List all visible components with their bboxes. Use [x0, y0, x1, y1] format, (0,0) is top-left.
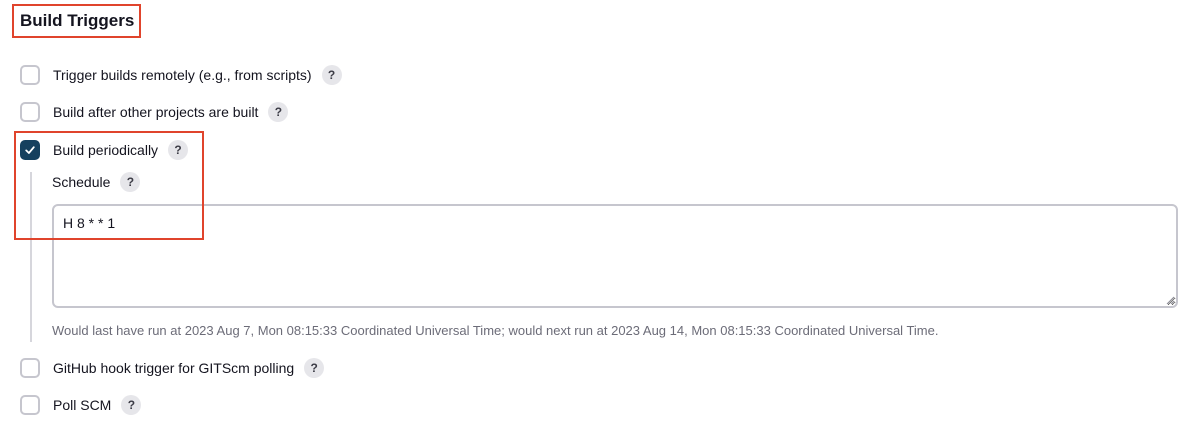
build-periodically-checkbox[interactable]	[20, 140, 40, 160]
github-hook-trigger-label[interactable]: GitHub hook trigger for GITScm polling	[53, 360, 294, 376]
build-after-other-projects-checkbox[interactable]	[20, 102, 40, 122]
help-icon[interactable]: ?	[321, 65, 342, 85]
trigger-remote-option[interactable]: Trigger builds remotely (e.g., from scri…	[20, 64, 342, 86]
schedule-input[interactable]	[52, 204, 1178, 308]
build-after-other-projects-option[interactable]: Build after other projects are built ?	[20, 101, 289, 123]
schedule-label-row: Schedule ?	[52, 171, 141, 193]
poll-scm-label[interactable]: Poll SCM	[53, 397, 111, 413]
build-after-other-projects-label[interactable]: Build after other projects are built	[53, 104, 258, 120]
nested-config-rule	[30, 172, 32, 342]
github-hook-trigger-checkbox[interactable]	[20, 358, 40, 378]
schedule-hint: Would last have run at 2023 Aug 7, Mon 0…	[52, 323, 939, 338]
schedule-label: Schedule	[52, 174, 111, 190]
help-icon[interactable]: ?	[168, 140, 189, 160]
poll-scm-option[interactable]: Poll SCM ?	[20, 394, 142, 416]
github-hook-trigger-option[interactable]: GitHub hook trigger for GITScm polling ?	[20, 357, 325, 379]
checkmark-icon	[25, 146, 35, 154]
trigger-remote-label[interactable]: Trigger builds remotely (e.g., from scri…	[53, 67, 312, 83]
section-title: Build Triggers	[20, 11, 135, 30]
help-icon[interactable]: ?	[268, 102, 289, 122]
poll-scm-checkbox[interactable]	[20, 395, 40, 415]
trigger-remote-checkbox[interactable]	[20, 65, 40, 85]
help-icon[interactable]: ?	[121, 395, 142, 415]
help-icon[interactable]: ?	[120, 172, 141, 192]
help-icon[interactable]: ?	[304, 358, 325, 378]
build-periodically-option[interactable]: Build periodically ?	[20, 139, 189, 161]
build-periodically-label[interactable]: Build periodically	[53, 142, 158, 158]
